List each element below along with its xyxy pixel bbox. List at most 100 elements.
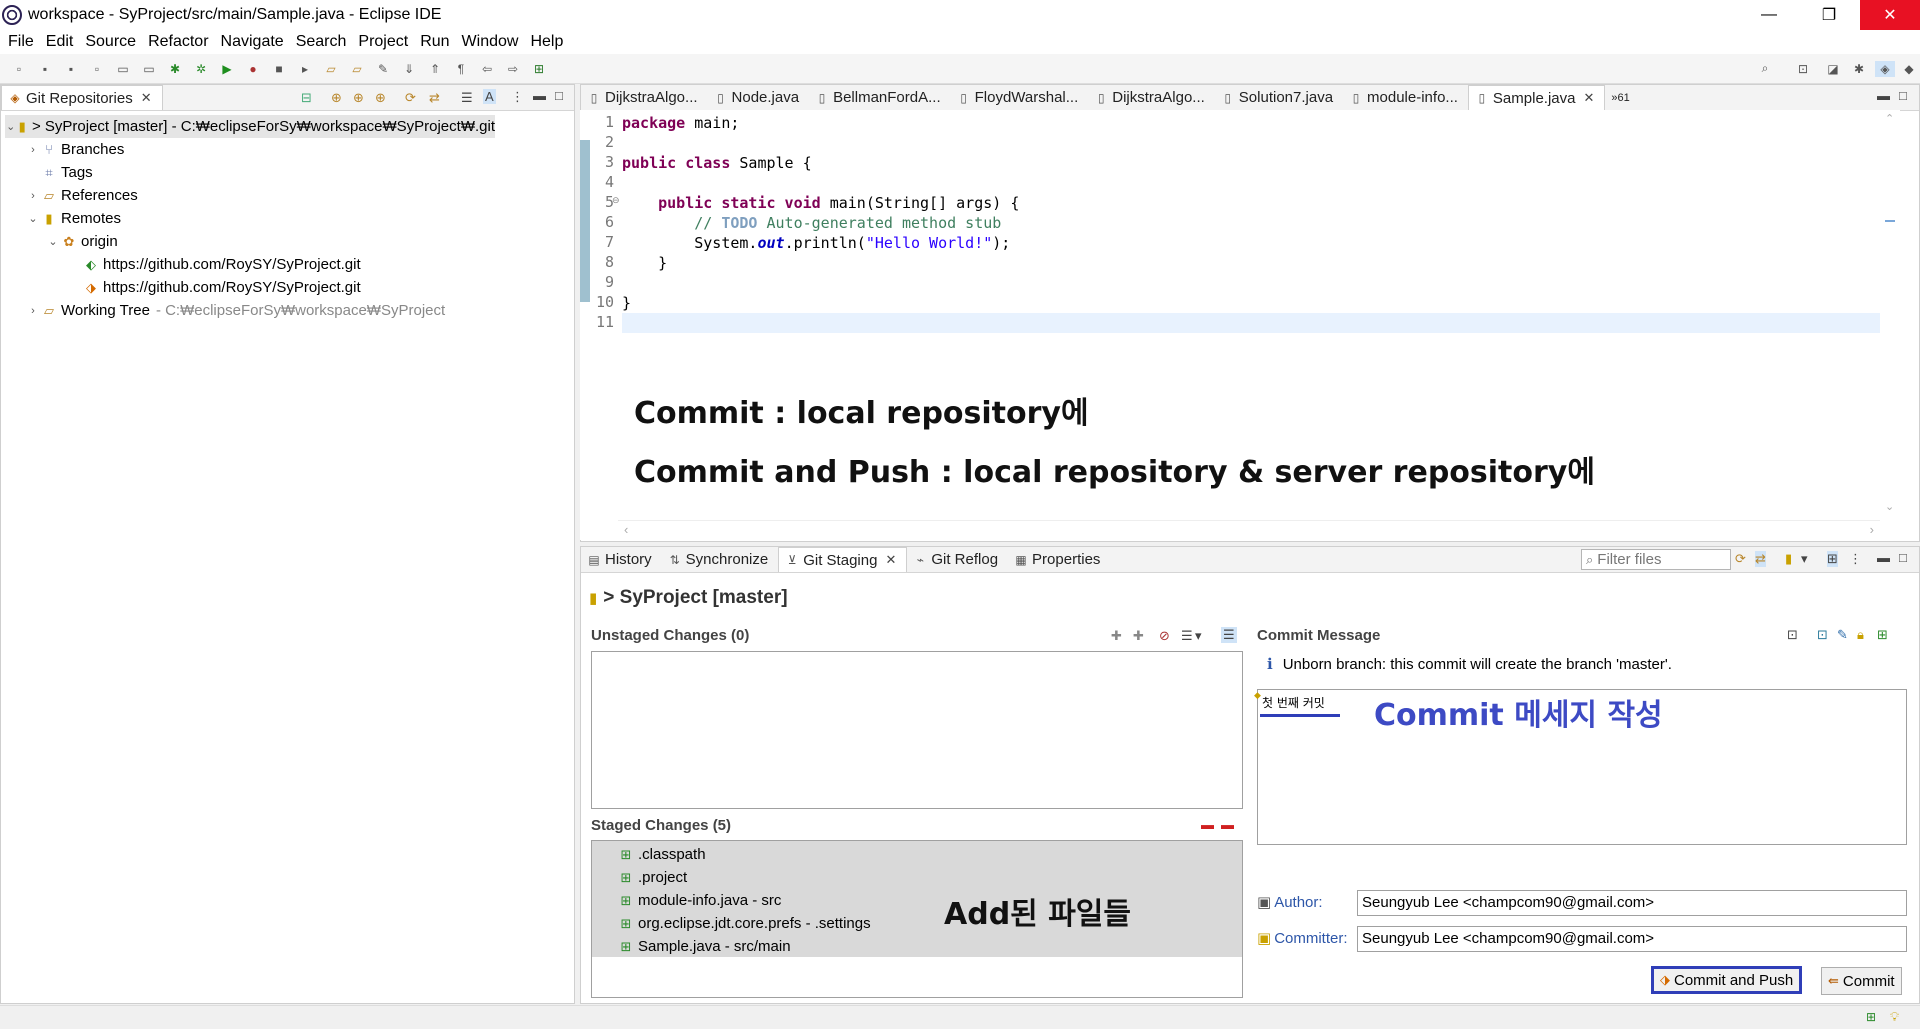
dropdown-icon[interactable]: ▾ xyxy=(1801,551,1808,567)
add-repo-icon[interactable]: ⊕ xyxy=(375,90,386,106)
tree-item-repo[interactable]: ⌄ ▮ > SyProject [master] - C:₩eclipseFor… xyxy=(5,115,495,138)
tree-item-branches[interactable]: › ⑂ Branches xyxy=(5,138,570,161)
tree-item-remotes[interactable]: ⌄ ▮ Remotes xyxy=(5,207,570,230)
list-item[interactable]: ⊞ module-info.java - src xyxy=(618,889,871,912)
git-status-icon[interactable]: ⊞ xyxy=(1866,1010,1876,1024)
tree-item-fetch-url[interactable]: ⬖ https://github.com/RoySY/SyProject.git xyxy=(5,253,570,276)
scroll-down-icon[interactable]: ⌄ xyxy=(1885,500,1894,513)
refresh-icon[interactable]: ⟳ xyxy=(405,90,416,106)
tree-item-working-tree[interactable]: › ▱ Working Tree - C:₩eclipseForSy₩works… xyxy=(5,299,570,322)
stage-icon[interactable]: ✚ xyxy=(1111,628,1122,644)
tree-item-push-url[interactable]: ⬗ https://github.com/RoySY/SyProject.git xyxy=(5,276,570,299)
close-tab-icon[interactable]: ✕ xyxy=(1583,90,1594,106)
vertical-scrollbar[interactable]: ⌃ ⌄ xyxy=(1880,110,1900,520)
list-item[interactable]: ⊞ .classpath xyxy=(618,843,871,866)
save-all-icon[interactable]: ▪ xyxy=(61,61,81,77)
external-tools-icon[interactable]: ▸ xyxy=(295,61,315,77)
chevron-down-icon[interactable]: ⌄ xyxy=(5,120,16,133)
menu-search[interactable]: Search xyxy=(296,33,347,51)
open-folder-icon[interactable]: ▱ xyxy=(321,61,341,77)
code-editor[interactable]: 1 2 3 4 5 ⊖ 6 7 8 9 10 11 package main; … xyxy=(580,110,1900,540)
editor-tab[interactable]: ▯ module-info... xyxy=(1343,85,1468,110)
bug-icon[interactable]: ✲ xyxy=(191,61,211,77)
commit-button[interactable]: ⇚ Commit xyxy=(1821,967,1902,995)
open-type-icon[interactable]: ▱ xyxy=(347,61,367,77)
scroll-right-icon[interactable]: › xyxy=(1870,522,1874,537)
coverage-icon[interactable]: ● xyxy=(243,61,263,77)
stage-all-icon[interactable]: ✚ xyxy=(1133,628,1144,644)
maximize-view-icon[interactable]: □ xyxy=(555,88,563,103)
link-editor-icon[interactable]: ⇄ xyxy=(429,90,440,106)
print-icon[interactable]: ▫ xyxy=(87,61,107,77)
terminal-icon[interactable]: ▭ xyxy=(113,61,133,77)
view-menu-icon[interactable]: ⋮ xyxy=(1849,551,1862,567)
tab-git-staging[interactable]: ⊻ Git Staging ✕ xyxy=(778,547,908,572)
list-item[interactable]: ⊞ org.eclipse.jdt.core.prefs - .settings xyxy=(618,912,871,935)
forward-icon[interactable]: ⇨ xyxy=(503,61,523,77)
minimize-view-icon[interactable]: ▬ xyxy=(533,88,546,103)
save-icon[interactable]: ▪ xyxy=(35,61,55,77)
filter-files-input[interactable]: ⌕ Filter files xyxy=(1581,549,1731,570)
minimize-view-icon[interactable]: ▬ xyxy=(1877,550,1890,565)
back-icon[interactable]: ⇦ xyxy=(477,61,497,77)
author-field[interactable]: Seungyub Lee <champcom90@gmail.com> xyxy=(1357,890,1907,916)
sign-commit-icon[interactable]: 🔒︎ xyxy=(1857,627,1864,643)
editor-tab[interactable]: ▯ BellmanFordA... xyxy=(809,85,951,110)
scroll-up-icon[interactable]: ⌃ xyxy=(1885,112,1894,125)
chevron-down-icon[interactable]: ⌄ xyxy=(25,212,41,225)
presentation-icon[interactable]: ☰ xyxy=(1181,628,1193,644)
maximize-view-icon[interactable]: □ xyxy=(1899,88,1907,103)
signed-off-icon[interactable]: ⊡ xyxy=(1817,627,1828,643)
debug-icon[interactable]: ✱ xyxy=(165,61,185,77)
team-perspective-icon[interactable]: ◆ xyxy=(1899,61,1919,77)
fold-icon[interactable]: ⊖ xyxy=(612,195,620,206)
maximize-view-icon[interactable]: □ xyxy=(1899,550,1907,565)
java-perspective-icon[interactable]: ◪ xyxy=(1823,61,1843,77)
close-tab-icon[interactable]: ✕ xyxy=(141,90,152,106)
chevron-down-icon[interactable]: ⌄ xyxy=(45,235,61,248)
repo-select-icon[interactable]: ▮ xyxy=(1785,551,1792,567)
unstage-icon[interactable]: ▬ xyxy=(1201,817,1214,832)
menu-file[interactable]: File xyxy=(8,33,34,51)
minimize-button[interactable]: — xyxy=(1746,0,1792,30)
editor-tab[interactable]: ▯ FloydWarshal... xyxy=(951,85,1089,110)
ignore-icon[interactable]: ⊘ xyxy=(1159,628,1170,644)
menu-navigate[interactable]: Navigate xyxy=(221,33,284,51)
menu-help[interactable]: Help xyxy=(530,33,563,51)
annotation-next-icon[interactable]: ⇓ xyxy=(399,61,419,77)
tree-item-tags[interactable]: ⌗ Tags xyxy=(5,161,570,184)
editor-tab-active[interactable]: ▯ Sample.java ✕ xyxy=(1467,85,1606,110)
tab-synchronize[interactable]: ⇅ Synchronize xyxy=(662,547,779,572)
search-icon[interactable]: ⌕ xyxy=(1755,61,1775,77)
menu-project[interactable]: Project xyxy=(358,33,408,51)
overview-marker[interactable] xyxy=(1885,220,1895,222)
unstaged-list[interactable] xyxy=(591,651,1243,809)
unstage-all-icon[interactable]: ▬ xyxy=(1221,817,1234,832)
view-menu-icon[interactable]: ⋮ xyxy=(511,89,524,105)
pilcrow-icon[interactable]: ¶ xyxy=(451,61,471,77)
editor-tab[interactable]: ▯ Solution7.java xyxy=(1215,85,1343,110)
menu-run[interactable]: Run xyxy=(420,33,449,51)
tip-icon[interactable]: 💡︎ xyxy=(1890,1009,1899,1025)
hierarchical-icon[interactable]: ☰ xyxy=(461,90,473,106)
staged-list[interactable]: ⊞ .classpath ⊞ .project ⊞ module-info.java … xyxy=(591,840,1243,998)
close-tab-icon[interactable]: ✕ xyxy=(885,552,896,568)
tab-history[interactable]: ▤ History xyxy=(581,547,662,572)
console-icon[interactable]: ▭ xyxy=(139,61,159,77)
link-with-selection-icon[interactable]: A xyxy=(483,89,496,104)
collapse-all-icon[interactable]: ⊟ xyxy=(301,90,312,106)
editor-tab[interactable]: ▯ DijkstraAlgo... xyxy=(1088,85,1215,110)
run-icon[interactable]: ▶ xyxy=(217,61,237,77)
tab-properties[interactable]: ▦ Properties xyxy=(1008,547,1110,572)
commit-message-input[interactable]: 첫 번째 커밋 ◆ Commit 메세지 작성 xyxy=(1254,689,1907,845)
change-id-icon[interactable]: ✎ xyxy=(1837,627,1848,643)
link-selection-icon[interactable]: ⇄ xyxy=(1755,551,1766,567)
dropdown-icon[interactable]: ▾ xyxy=(1195,628,1202,644)
scroll-left-icon[interactable]: ‹ xyxy=(624,522,628,537)
search-tool-icon[interactable]: ✎ xyxy=(373,61,393,77)
menu-window[interactable]: Window xyxy=(462,33,519,51)
annotation-prev-icon[interactable]: ⇑ xyxy=(425,61,445,77)
restore-button[interactable]: ❐ xyxy=(1806,0,1852,30)
link-repo-icon[interactable]: ⊕ xyxy=(331,90,342,106)
chevron-right-icon[interactable]: › xyxy=(25,190,41,202)
